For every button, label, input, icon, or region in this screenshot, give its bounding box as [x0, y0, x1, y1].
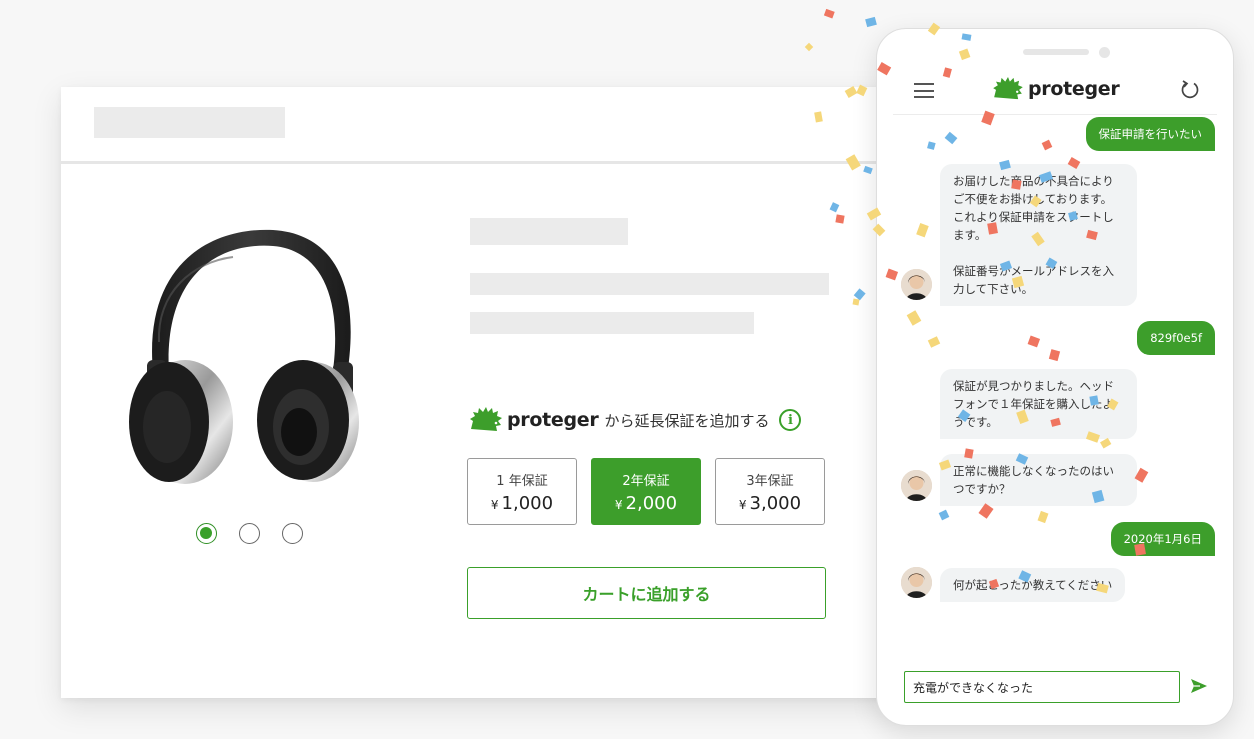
bot-message: 正常に機能しなくなったのはい つですか？: [940, 454, 1137, 506]
product-page-card: proteger から延長保証を追加する i 1 年保証 ¥1,000 2年保証…: [61, 87, 901, 698]
carousel-dot-3[interactable]: [282, 523, 303, 544]
warranty-offer-text: から延長保証を追加する: [604, 411, 770, 430]
currency-symbol: ¥: [490, 497, 499, 512]
bot-message: お届けした商品の不具合により ご不便をお掛けしております。 これより保証申請をス…: [940, 164, 1137, 306]
title-placeholder-bar: [470, 218, 628, 245]
image-carousel-dots: [196, 523, 303, 544]
user-message: 保証申請を行いたい: [1085, 117, 1215, 151]
plan-label: 3年保証: [746, 473, 794, 489]
currency-symbol: ¥: [614, 497, 623, 512]
plan-price: ¥3,000: [739, 493, 801, 514]
carousel-dot-2[interactable]: [239, 523, 260, 544]
agent-avatar: [901, 269, 932, 300]
chat-input-value: 充電ができなくなった: [913, 680, 1034, 695]
header-placeholder-bar: [94, 107, 285, 138]
agent-avatar: [901, 470, 932, 501]
warranty-offer-heading: proteger から延長保証を追加する i: [469, 405, 802, 435]
chat-message-input[interactable]: 充電ができなくなった: [904, 671, 1180, 703]
hedgehog-logo-icon: [470, 407, 502, 431]
send-icon[interactable]: [1190, 677, 1208, 695]
currency-symbol: ¥: [738, 497, 747, 512]
chat-transcript: 保証申請を行いたい お届けした商品の不具合により ご不便をお掛けしております。 …: [877, 29, 1233, 725]
bot-message: 保証が見つかりました。ヘッド フォンで１年保証を購入したよ うです。: [940, 369, 1137, 439]
info-icon[interactable]: i: [779, 409, 802, 431]
plan-option-3-year[interactable]: 3年保証 ¥3,000: [715, 458, 825, 525]
plan-label: 2年保証: [622, 473, 670, 489]
plan-label: 1 年保証: [496, 473, 548, 489]
bot-message: 何が起こったか教えてください: [940, 568, 1126, 602]
plan-price-value: 1,000: [501, 492, 554, 514]
user-message: 829f0e5f: [1137, 321, 1215, 355]
plan-price-value: 2,000: [625, 492, 678, 514]
add-to-cart-button[interactable]: カートに追加する: [467, 567, 826, 619]
phone-chat-window: proteger 保証申請を行いたい お届けした商品の不具合により ご不便をお掛…: [876, 28, 1234, 726]
brand-name: proteger: [507, 409, 599, 431]
carousel-dot-1[interactable]: [196, 523, 217, 544]
plan-option-1-year[interactable]: 1 年保証 ¥1,000: [467, 458, 577, 525]
page-header: [61, 87, 901, 164]
user-message: 2020年1月6日: [1110, 522, 1215, 556]
plan-price-value: 3,000: [749, 492, 802, 514]
description-placeholder-bar-2: [470, 312, 754, 334]
plan-price: ¥2,000: [615, 493, 677, 514]
agent-avatar: [901, 567, 932, 598]
plan-price: ¥1,000: [491, 493, 553, 514]
plan-option-2-year[interactable]: 2年保証 ¥2,000: [591, 458, 701, 525]
warranty-plan-options: 1 年保証 ¥1,000 2年保証 ¥2,000 3年保証 ¥3,000: [467, 458, 825, 525]
description-placeholder-bar-1: [470, 273, 829, 295]
headphones-icon: [129, 229, 359, 484]
